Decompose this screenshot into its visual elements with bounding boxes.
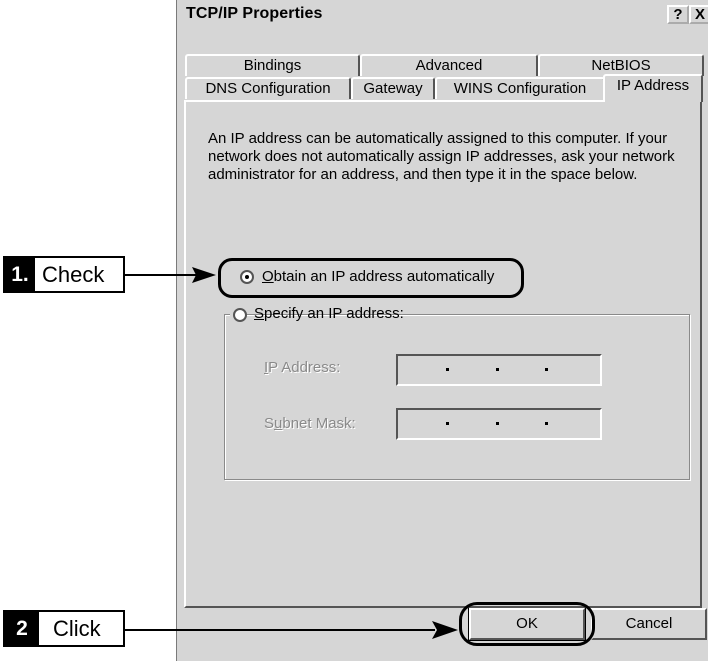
description-text: An IP address can be automatically assig… — [208, 130, 675, 183]
step2-number: 2 — [5, 612, 39, 645]
octet-separator — [446, 422, 449, 425]
specify-ip-label[interactable]: Specify an IP address: — [254, 305, 404, 322]
step2-callout: 2 Click — [3, 610, 125, 647]
tab-ip-address[interactable]: IP Address — [603, 74, 703, 102]
ip-address-label: IP Address: — [264, 359, 341, 376]
obtain-ip-label[interactable]: Obtain an IP address automatically — [262, 268, 494, 285]
help-button[interactable]: ? — [667, 5, 689, 24]
specify-ip-groupbox — [224, 314, 690, 480]
octet-separator — [446, 368, 449, 371]
octet-separator — [496, 368, 499, 371]
tab-dns-configuration[interactable]: DNS Configuration — [185, 77, 351, 99]
obtain-ip-radio[interactable] — [240, 270, 254, 284]
subnet-mask-field[interactable] — [396, 408, 602, 440]
specify-ip-legend: Specify an IP address: — [230, 304, 404, 324]
tab-bindings[interactable]: Bindings — [185, 54, 360, 76]
tab-gateway[interactable]: Gateway — [351, 77, 435, 99]
octet-separator — [496, 422, 499, 425]
octet-separator — [545, 422, 548, 425]
tcpip-properties-dialog: TCP/IP Properties ? X Bindings Advanced … — [176, 0, 708, 661]
highlight-ring-ok — [459, 602, 595, 646]
step1-callout: 1. Check — [3, 256, 125, 293]
specify-ip-radio[interactable] — [233, 308, 247, 322]
ip-address-panel: An IP address can be automatically assig… — [184, 100, 702, 608]
step1-label: Check — [42, 262, 105, 287]
ip-address-field[interactable] — [396, 354, 602, 386]
dialog-title: TCP/IP Properties — [186, 5, 323, 22]
step1-number: 1. — [5, 258, 35, 291]
title-bar: TCP/IP Properties ? X — [177, 0, 708, 28]
subnet-mask-label: Subnet Mask: — [264, 415, 356, 432]
step2-label: Click — [53, 616, 101, 641]
cancel-button[interactable]: Cancel — [591, 608, 707, 640]
close-button[interactable]: X — [689, 5, 708, 24]
tab-advanced[interactable]: Advanced — [360, 54, 538, 76]
octet-separator — [545, 368, 548, 371]
tab-netbios[interactable]: NetBIOS — [538, 54, 704, 76]
tab-wins-configuration[interactable]: WINS Configuration — [435, 77, 605, 99]
